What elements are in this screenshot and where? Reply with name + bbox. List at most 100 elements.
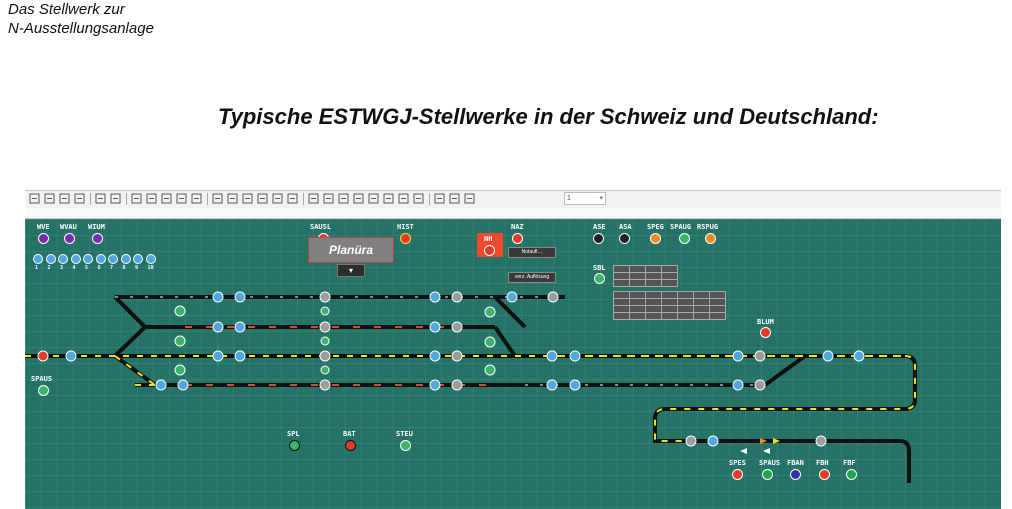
signal-wvau-icon[interactable] xyxy=(64,233,75,244)
label-naz: NAZ xyxy=(511,223,524,231)
bottom-signal-label: FBF xyxy=(843,459,856,467)
bottom-signal-icon[interactable] xyxy=(846,469,857,480)
numbered-button-icon[interactable] xyxy=(83,254,93,264)
asa-signal-icon[interactable] xyxy=(619,233,630,244)
arrow-cross-icon[interactable] xyxy=(398,193,409,204)
naz-signal-icon[interactable] xyxy=(512,233,523,244)
switch-left-icon[interactable] xyxy=(131,193,142,204)
route-icon[interactable] xyxy=(29,193,40,204)
planura-down-button[interactable]: ▾ xyxy=(337,264,365,277)
label-sbl: SBL xyxy=(593,264,606,272)
numbered-button-label: 9 xyxy=(135,265,139,271)
numbered-button-label: 10 xyxy=(147,265,154,271)
stand-a-icon[interactable] xyxy=(413,193,424,204)
block-table-1 xyxy=(613,265,678,287)
block-icon[interactable] xyxy=(191,193,202,204)
warning-icon[interactable] xyxy=(353,193,364,204)
label-spaus-left: SPAUS xyxy=(31,375,53,383)
train-icon[interactable] xyxy=(308,193,319,204)
label-spl: SPL xyxy=(287,430,300,438)
switch-right-icon[interactable] xyxy=(146,193,157,204)
bottom-signal-icon[interactable] xyxy=(732,469,743,480)
numbered-button-label: 5 xyxy=(85,265,89,271)
toolbar-separator xyxy=(207,193,208,205)
numbered-button-label: 4 xyxy=(72,265,76,271)
numbered-button-icon[interactable] xyxy=(133,254,143,264)
verz-auflosung-button[interactable]: verz. Auflösung xyxy=(508,272,556,283)
signal-t-icon[interactable] xyxy=(242,193,253,204)
numbered-button-icon[interactable] xyxy=(145,254,156,264)
label-nh: NH xyxy=(484,235,493,243)
stand-b-icon[interactable] xyxy=(434,193,445,204)
numbered-button-icon[interactable] xyxy=(58,254,68,264)
interlocking-screenshot: ▾ 1 WVE WVAU WIUM 1 2 3 4 5 6 7 8 9 10 S… xyxy=(25,190,1001,509)
l-box-icon[interactable] xyxy=(212,193,223,204)
toolbar-separator xyxy=(90,193,91,205)
dropdown-arrow-icon[interactable] xyxy=(74,193,85,204)
numbered-button-label: 2 xyxy=(47,265,51,271)
panel-icon[interactable] xyxy=(59,193,70,204)
sbl-signal-icon[interactable] xyxy=(594,273,605,284)
numbered-button-label: 8 xyxy=(122,265,126,271)
switch-left-alt-icon[interactable] xyxy=(161,193,172,204)
label-asa: ASA xyxy=(619,223,632,231)
switch-right-alt-icon[interactable] xyxy=(176,193,187,204)
rspug-signal-icon[interactable] xyxy=(705,233,716,244)
spaus-left-signal-icon[interactable] xyxy=(38,385,49,396)
section-heading: Typische ESTWGJ-Stellwerke in der Schwei… xyxy=(218,104,879,129)
numbered-button-icon[interactable] xyxy=(108,254,118,264)
bat-signal-icon[interactable] xyxy=(345,440,356,451)
cross-icon[interactable] xyxy=(338,193,349,204)
spaug-signal-icon[interactable] xyxy=(679,233,690,244)
ase-signal-icon[interactable] xyxy=(593,233,604,244)
label-ase: ASE xyxy=(593,223,606,231)
numbered-button-icon[interactable] xyxy=(33,254,43,264)
stand-d-icon[interactable] xyxy=(464,193,475,204)
numbered-button-icon[interactable] xyxy=(45,254,56,264)
toolbar xyxy=(25,190,1001,209)
steu-signal-icon[interactable] xyxy=(400,440,411,451)
numbered-button-icon[interactable] xyxy=(120,254,131,264)
signal-wium-icon[interactable] xyxy=(92,233,103,244)
numbered-button-label: 3 xyxy=(60,265,64,271)
numbered-button-label: 6 xyxy=(97,265,101,271)
bottom-signal-label: SPES xyxy=(729,459,746,467)
n-box-icon[interactable] xyxy=(227,193,238,204)
signal-f-icon[interactable] xyxy=(272,193,283,204)
bottom-signal-label: FBAN xyxy=(787,459,804,467)
nh-signal-icon xyxy=(484,245,495,256)
bottom-signal-icon[interactable] xyxy=(762,469,773,480)
numbered-button-label: 7 xyxy=(110,265,114,271)
label-bat: BAT xyxy=(343,430,356,438)
bottom-signal-icon[interactable] xyxy=(819,469,830,480)
signal-icon[interactable] xyxy=(110,193,121,204)
track-panel: WVE WVAU WIUM 1 2 3 4 5 6 7 8 9 10 SAUSL HIST NH … xyxy=(25,219,1001,509)
spl-signal-icon[interactable] xyxy=(289,440,300,451)
grid-x-icon[interactable] xyxy=(383,193,394,204)
grid-icon[interactable] xyxy=(44,193,55,204)
toolbar-separator xyxy=(429,193,430,205)
title-line-2: N-Ausstellungsanlage xyxy=(8,20,154,37)
disk-icon[interactable] xyxy=(323,193,334,204)
bottom-signal-icon[interactable] xyxy=(790,469,801,480)
numbered-button-icon[interactable] xyxy=(95,254,106,264)
signal-wve-icon[interactable] xyxy=(38,233,49,244)
blum-signal-icon[interactable] xyxy=(760,327,771,338)
lightning-icon[interactable] xyxy=(368,193,379,204)
block-table-2 xyxy=(613,291,726,320)
stand-c-icon[interactable] xyxy=(449,193,460,204)
speg-signal-icon[interactable] xyxy=(650,233,661,244)
toolbar-separator xyxy=(126,193,127,205)
notauflosung-button[interactable]: Notaufl… xyxy=(508,247,556,258)
numbered-button-icon[interactable] xyxy=(70,254,81,264)
signal-label-wium: WIUM xyxy=(88,223,105,231)
title-line-1: Das Stellwerk zur xyxy=(8,1,125,18)
signal-label-wve: WVE xyxy=(37,223,50,231)
signal-highlight-icon[interactable] xyxy=(257,193,268,204)
document-icon[interactable] xyxy=(287,193,298,204)
planura-button[interactable]: Planüra xyxy=(308,237,394,263)
list-icon[interactable] xyxy=(95,193,106,204)
toolbar-combo[interactable]: ▾ 1 xyxy=(564,192,606,205)
hist-signal-icon[interactable] xyxy=(400,233,411,244)
combo-value: 1 xyxy=(567,195,571,202)
